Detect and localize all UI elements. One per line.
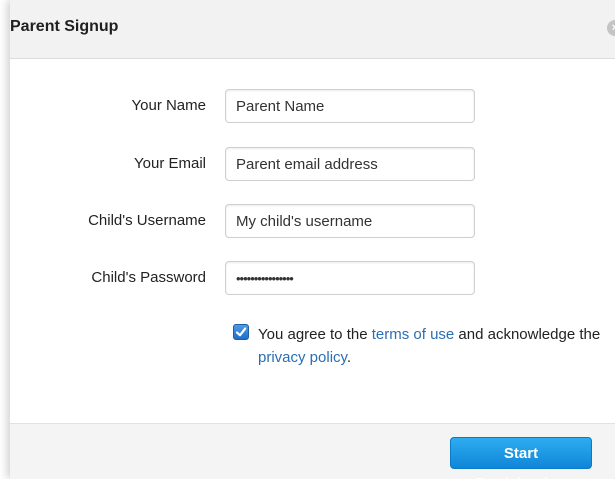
child-username-label: Child's Username (88, 212, 206, 229)
child-password-field[interactable] (225, 261, 475, 295)
checkmark-icon (235, 327, 247, 337)
agreement-text-2: and acknowledge the (454, 326, 601, 343)
dialog-title: Parent Signup (10, 18, 119, 35)
start-participating-button[interactable]: Start Participating (450, 437, 592, 479)
name-label: Your Name (131, 97, 207, 114)
terms-of-use-link[interactable]: terms of use (372, 326, 455, 343)
child-password-label: Child's Password (91, 269, 206, 286)
name-field[interactable] (225, 89, 475, 123)
privacy-policy-link[interactable]: privacy policy (258, 349, 347, 366)
dialog-footer: Start Participating (10, 423, 615, 479)
email-field[interactable] (225, 147, 475, 181)
parent-signup-dialog: Parent Signup × Your Name Your Email Chi… (10, 0, 615, 479)
close-icon[interactable]: × (607, 20, 615, 36)
child-username-field[interactable] (225, 204, 475, 238)
dialog-header: Parent Signup × (10, 0, 615, 59)
email-label: Your Email (134, 155, 206, 172)
agreement-text: You agree to the terms of use and acknow… (258, 323, 603, 369)
agree-checkbox[interactable] (233, 324, 249, 340)
agreement-text-3: . (346, 349, 352, 366)
agreement-text-1: You agree to the (258, 326, 372, 343)
